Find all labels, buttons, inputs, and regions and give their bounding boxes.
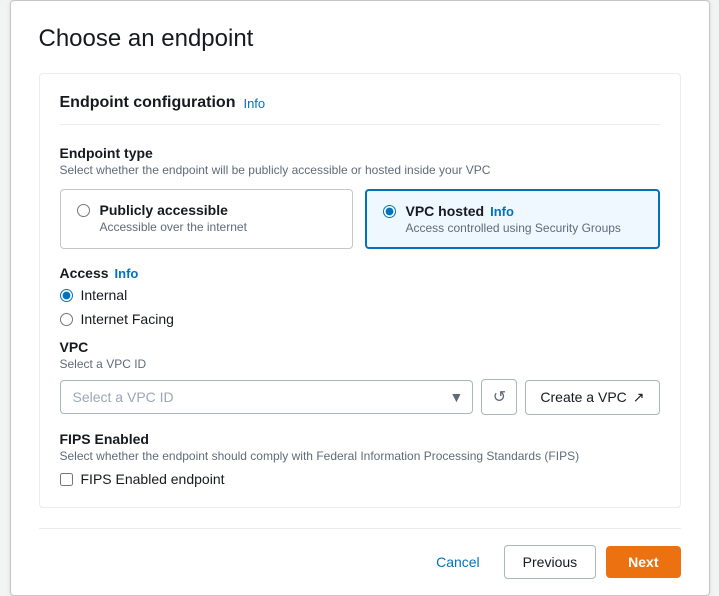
- endpoint-type-description: Select whether the endpoint will be publ…: [60, 163, 660, 177]
- section-title: Endpoint configuration: [60, 94, 236, 112]
- next-button[interactable]: Next: [606, 546, 680, 578]
- internet-facing-label: Internet Facing: [81, 311, 174, 327]
- endpoint-type-label: Endpoint type: [60, 145, 660, 161]
- create-vpc-label: Create a VPC: [540, 389, 626, 405]
- fips-checkbox-row: FIPS Enabled endpoint: [60, 471, 660, 487]
- endpoint-configuration-section: Endpoint configuration Info Endpoint typ…: [39, 73, 681, 508]
- cancel-button[interactable]: Cancel: [422, 546, 494, 578]
- vpc-label: VPC: [60, 339, 660, 355]
- internal-radio-row: Internal: [60, 287, 660, 303]
- publicly-accessible-card[interactable]: Publicly accessible Accessible over the …: [60, 189, 353, 249]
- internet-facing-radio[interactable]: [60, 313, 73, 326]
- access-section: Access Info Internal Internet Facing: [60, 265, 660, 327]
- vpc-hosted-subtitle: Access controlled using Security Groups: [406, 221, 621, 235]
- publicly-accessible-title: Publicly accessible: [100, 202, 247, 218]
- dialog: Choose an endpoint Endpoint configuratio…: [10, 0, 710, 596]
- internet-facing-radio-row: Internet Facing: [60, 311, 660, 327]
- fips-description: Select whether the endpoint should compl…: [60, 449, 660, 463]
- footer: Cancel Previous Next: [39, 528, 681, 595]
- vpc-refresh-button[interactable]: ↺: [481, 379, 517, 415]
- access-label: Access Info: [60, 265, 660, 281]
- vpc-hosted-card[interactable]: VPC hosted Info Access controlled using …: [365, 189, 660, 249]
- vpc-section: VPC Select a VPC ID Select a VPC ID ▼ ↺ …: [60, 339, 660, 415]
- vpc-hosted-radio[interactable]: [383, 205, 396, 218]
- vpc-hosted-title: VPC hosted Info: [406, 203, 621, 219]
- internal-radio[interactable]: [60, 289, 73, 302]
- fips-checkbox[interactable]: [60, 473, 73, 486]
- section-info-link[interactable]: Info: [243, 96, 265, 111]
- vpc-select[interactable]: Select a VPC ID: [60, 380, 474, 414]
- external-link-icon: ↗: [633, 389, 645, 406]
- refresh-icon: ↺: [493, 387, 506, 407]
- vpc-row: Select a VPC ID ▼ ↺ Create a VPC ↗: [60, 379, 660, 415]
- fips-label: FIPS Enabled: [60, 431, 660, 447]
- publicly-accessible-subtitle: Accessible over the internet: [100, 220, 247, 234]
- section-header: Endpoint configuration Info: [60, 94, 660, 125]
- vpc-select-wrapper: Select a VPC ID ▼: [60, 380, 474, 414]
- access-info-link[interactable]: Info: [115, 266, 139, 281]
- vpc-description: Select a VPC ID: [60, 357, 660, 371]
- vpc-hosted-info-link[interactable]: Info: [490, 204, 514, 219]
- create-vpc-button[interactable]: Create a VPC ↗: [525, 380, 659, 415]
- endpoint-type-field: Endpoint type Select whether the endpoin…: [60, 145, 660, 249]
- endpoint-type-radio-group: Publicly accessible Accessible over the …: [60, 189, 660, 249]
- fips-section: FIPS Enabled Select whether the endpoint…: [60, 431, 660, 487]
- dialog-title: Choose an endpoint: [39, 25, 681, 53]
- fips-checkbox-label: FIPS Enabled endpoint: [81, 471, 225, 487]
- publicly-accessible-radio[interactable]: [77, 204, 90, 217]
- internal-label: Internal: [81, 287, 128, 303]
- previous-button[interactable]: Previous: [504, 545, 596, 579]
